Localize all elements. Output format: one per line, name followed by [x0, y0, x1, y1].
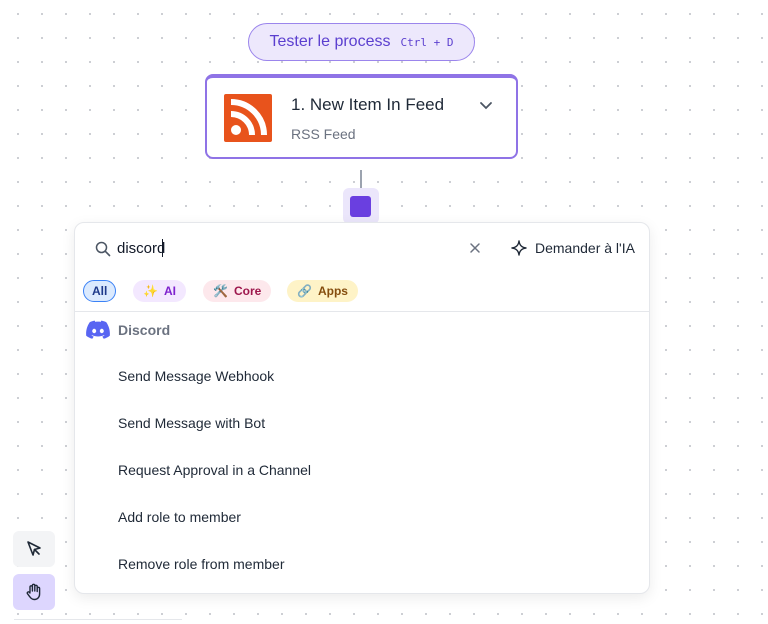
list-item[interactable]: Send Message Webhook [75, 356, 649, 396]
filter-chip-apps[interactable]: 🔗 Apps [287, 280, 358, 302]
trigger-node-card[interactable]: 1. New Item In Feed RSS Feed [205, 74, 518, 159]
divider [75, 311, 649, 312]
sparkle-icon [511, 240, 527, 256]
step-picker-panel: Demander à l'IA All ✨ AI 🛠️ Core 🔗 Apps … [74, 222, 650, 594]
pan-tool-button[interactable] [13, 574, 55, 610]
rss-icon [224, 94, 272, 142]
ask-ai-button[interactable]: Demander à l'IA [511, 237, 635, 259]
list-item[interactable]: Request Approval in a Channel [75, 450, 649, 490]
add-step-button[interactable] [343, 188, 379, 224]
list-item[interactable]: Send Message with Bot [75, 403, 649, 443]
divider [14, 619, 182, 620]
filter-chip-label: All [92, 284, 108, 298]
filter-chip-label: Apps [317, 284, 348, 298]
filter-chip-ai[interactable]: ✨ AI [133, 280, 186, 302]
filter-chip-core[interactable]: 🛠️ Core [203, 280, 272, 302]
list-item[interactable]: Add role to member [75, 497, 649, 537]
sparkles-icon: ✨ [143, 284, 158, 298]
node-subtitle: RSS Feed [291, 126, 356, 142]
close-icon[interactable] [468, 241, 482, 255]
result-group-name: Discord [118, 322, 171, 338]
filter-chip-label: Core [233, 284, 262, 298]
tools-icon: 🛠️ [213, 284, 228, 298]
test-process-button[interactable]: Tester le process Ctrl + D [248, 23, 475, 61]
node-title: 1. New Item In Feed [291, 95, 445, 114]
hand-icon [26, 583, 41, 601]
search-icon [95, 241, 111, 257]
list-item[interactable]: Remove role from member [75, 544, 649, 584]
ask-ai-label: Demander à l'IA [535, 240, 635, 256]
test-process-shortcut: Ctrl + D [400, 35, 454, 49]
chevron-down-icon[interactable] [477, 97, 495, 115]
link-icon: 🔗 [297, 284, 312, 298]
pointer-icon [27, 541, 41, 556]
test-process-label: Tester le process [269, 33, 391, 50]
filter-chip-all[interactable]: All [83, 280, 117, 302]
text-caret [162, 239, 163, 257]
select-tool-button[interactable] [13, 531, 55, 567]
add-step-square [350, 196, 371, 217]
result-group-header: Discord [86, 319, 170, 341]
filter-chip-label: AI [163, 284, 176, 298]
discord-icon [86, 320, 110, 339]
